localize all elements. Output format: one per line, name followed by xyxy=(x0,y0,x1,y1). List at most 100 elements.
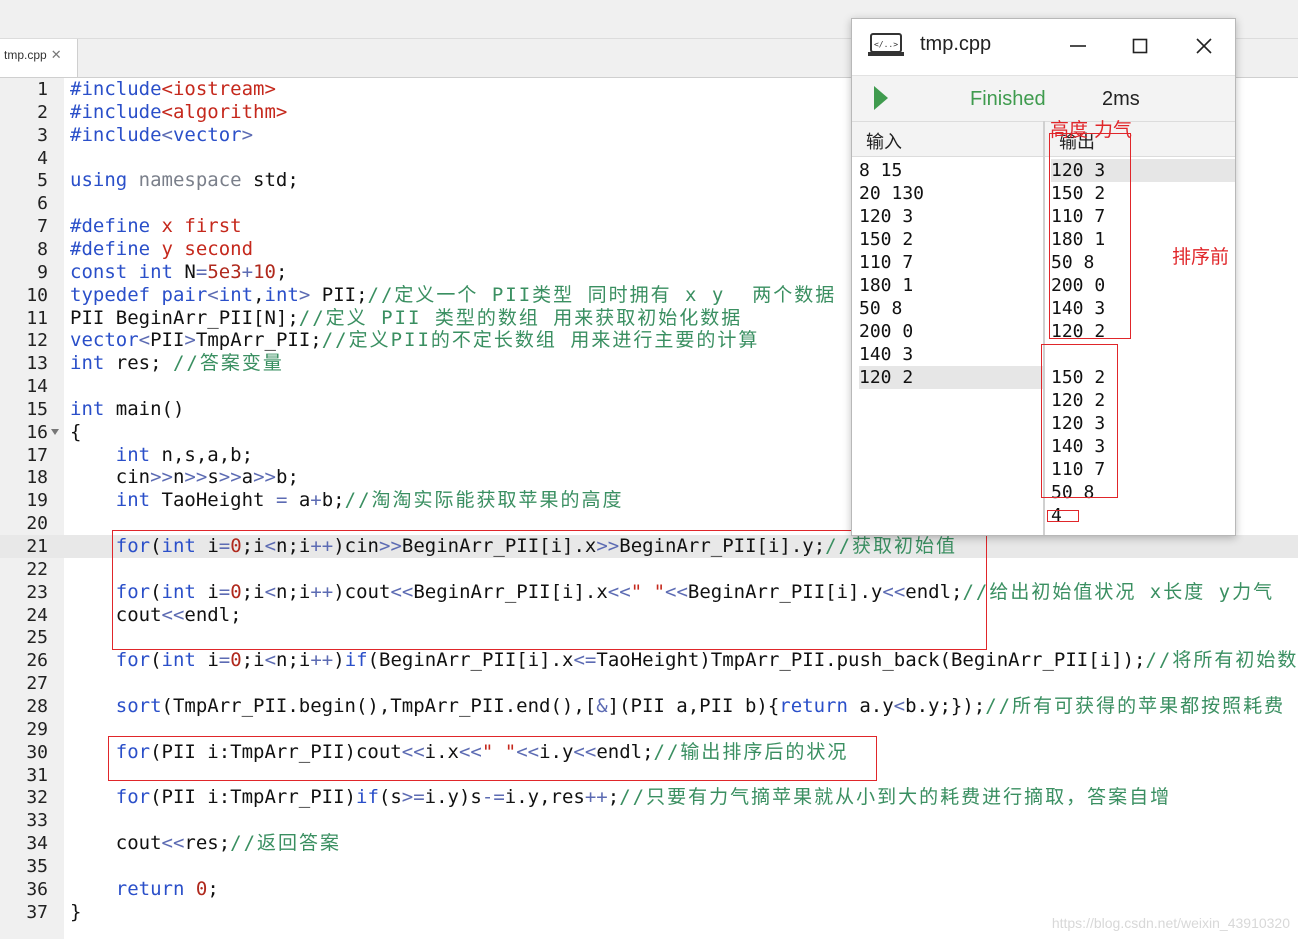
io-line: 150 2 xyxy=(859,229,914,250)
line-number: 10 xyxy=(26,284,48,306)
code-text: int res; //答案变量 xyxy=(70,352,284,375)
code-text: int TaoHeight = a+b;//淘淘实际能获取苹果的高度 xyxy=(115,489,624,512)
line-number: 21 xyxy=(26,536,48,557)
io-line: 200 0 xyxy=(859,321,914,342)
code-text: #define x first xyxy=(70,215,242,238)
run-status-bar: Finished 2ms xyxy=(852,75,1235,122)
line-number: 6 xyxy=(37,193,48,215)
window-title-bar[interactable]: </..> tmp.cpp xyxy=(852,19,1235,73)
line-number: 5 xyxy=(37,170,48,192)
annotation-box-sorted-output xyxy=(108,736,877,781)
line-number: 34 xyxy=(26,833,48,855)
code-line[interactable]: 27 xyxy=(0,672,1298,695)
line-number: 24 xyxy=(26,604,48,626)
console-icon: </..> xyxy=(868,33,904,56)
line-number: 22 xyxy=(26,558,48,580)
code-text: } xyxy=(70,900,82,923)
annotation-height-strength: 高度 力气 xyxy=(1050,119,1133,141)
code-text: cin>>n>>s>>a>>b; xyxy=(70,466,299,489)
line-number: 4 xyxy=(37,147,48,169)
line-number: 8 xyxy=(37,238,48,260)
minimize-icon xyxy=(1070,45,1086,47)
line-number: 17 xyxy=(26,444,48,466)
tab-close-icon[interactable]: ✕ xyxy=(51,47,62,62)
code-text: PII BeginArr_PII[N];//定义 PII 类型的数组 用来获取初… xyxy=(70,306,743,329)
line-number: 20 xyxy=(26,513,48,535)
annotation-before-sort: 排序前 xyxy=(1172,246,1230,268)
code-text: sort(TmpArr_PII.begin(),TmpArr_PII.end()… xyxy=(115,694,1286,717)
code-line[interactable]: 34 cout<<res;//返回答案 xyxy=(0,832,1298,855)
watermark: https://blog.csdn.net/weixin_43910320 xyxy=(1051,915,1290,931)
tab-tmp-cpp[interactable]: tmp.cpp ✕ xyxy=(0,39,78,77)
line-number: 3 xyxy=(37,124,48,146)
input-pane[interactable]: 8 15 20 130 120 3 150 2 110 7 180 1 50 8 200 01… xyxy=(852,159,1043,389)
io-line: 50 8 xyxy=(859,298,903,319)
line-number: 18 xyxy=(26,467,48,489)
maximize-button[interactable] xyxy=(1120,27,1160,65)
line-number: 2 xyxy=(37,101,48,123)
code-text: cout<<res;//返回答案 xyxy=(70,832,342,855)
line-number: 11 xyxy=(26,307,48,329)
line-number: 25 xyxy=(26,627,48,649)
code-text: int main() xyxy=(70,397,185,420)
line-number: 30 xyxy=(26,741,48,763)
line-number: 7 xyxy=(37,216,48,238)
line-number: 14 xyxy=(26,376,48,398)
code-text: { xyxy=(70,420,82,443)
run-status: Finished xyxy=(970,88,1046,110)
code-text: const int N=5e3+10; xyxy=(70,260,288,283)
code-text: return 0; xyxy=(115,877,219,900)
code-text: using namespace std; xyxy=(70,169,299,192)
code-line[interactable]: 28 sort(TmpArr_PII.begin(),TmpArr_PII.en… xyxy=(0,695,1298,718)
code-text: typedef pair<int,int> PII;//定义一个 PII类型 同… xyxy=(70,283,837,306)
line-number: 1 xyxy=(37,79,48,100)
fold-arrow-icon[interactable] xyxy=(51,428,59,435)
annotation-box-after-sort xyxy=(1041,344,1118,498)
code-line[interactable]: 35 xyxy=(0,855,1298,878)
close-button[interactable] xyxy=(1184,27,1224,65)
line-number: 31 xyxy=(26,764,48,786)
line-number: 32 xyxy=(26,787,48,809)
code-text: #include<algorithm> xyxy=(70,100,288,123)
input-pane-header: 输入 xyxy=(852,121,1043,157)
line-number: 15 xyxy=(26,398,48,420)
line-number: 35 xyxy=(26,855,48,877)
line-number: 36 xyxy=(26,878,48,900)
code-line[interactable]: 32 for(PII i:TmpArr_PII)if(s>=i.y)s-=i.y… xyxy=(0,786,1298,809)
annotation-box-before-sort xyxy=(1049,133,1131,339)
io-line: 8 15 xyxy=(859,160,903,181)
line-number: 16 xyxy=(26,421,48,443)
svg-text:</..>: </..> xyxy=(874,40,898,49)
code-text: for(PII i:TmpArr_PII)if(s>=i.y)s-=i.y,re… xyxy=(115,786,1172,809)
code-text: vector<PII>TmpArr_PII;//定义PII的不定长数组 用来进行… xyxy=(70,329,760,352)
line-number: 33 xyxy=(26,810,48,832)
io-line: 180 1 xyxy=(859,275,914,296)
close-icon xyxy=(1196,38,1212,54)
line-number: 29 xyxy=(26,718,48,740)
io-line: 140 3 xyxy=(859,344,914,365)
run-time: 2ms xyxy=(1102,88,1140,110)
minimize-button[interactable] xyxy=(1058,27,1098,65)
io-line: 110 7 xyxy=(859,252,914,273)
line-number: 26 xyxy=(26,650,48,672)
line-number: 13 xyxy=(26,353,48,375)
line-number: 23 xyxy=(26,581,48,603)
io-line: 120 2 xyxy=(859,366,1043,389)
line-number: 9 xyxy=(37,261,48,283)
annotation-box-answer xyxy=(1047,510,1079,522)
code-line[interactable]: 36 return 0; xyxy=(0,878,1298,901)
line-number: 28 xyxy=(26,695,48,717)
io-line: 120 3 xyxy=(859,206,914,227)
code-line[interactable]: 33 xyxy=(0,809,1298,832)
play-icon[interactable] xyxy=(874,86,888,110)
tab-label: tmp.cpp xyxy=(4,48,47,62)
annotation-box-input-output xyxy=(112,530,987,650)
code-text: #include<iostream> xyxy=(70,78,276,100)
maximize-icon xyxy=(1132,38,1148,54)
line-number: 19 xyxy=(26,490,48,512)
io-line: 20 130 xyxy=(859,183,925,204)
line-number: 37 xyxy=(26,901,48,923)
line-number: 12 xyxy=(26,330,48,352)
line-number: 27 xyxy=(26,673,48,695)
code-line[interactable]: 26 for(int i=0;i<n;i++)if(BeginArr_PII[i… xyxy=(0,649,1298,672)
